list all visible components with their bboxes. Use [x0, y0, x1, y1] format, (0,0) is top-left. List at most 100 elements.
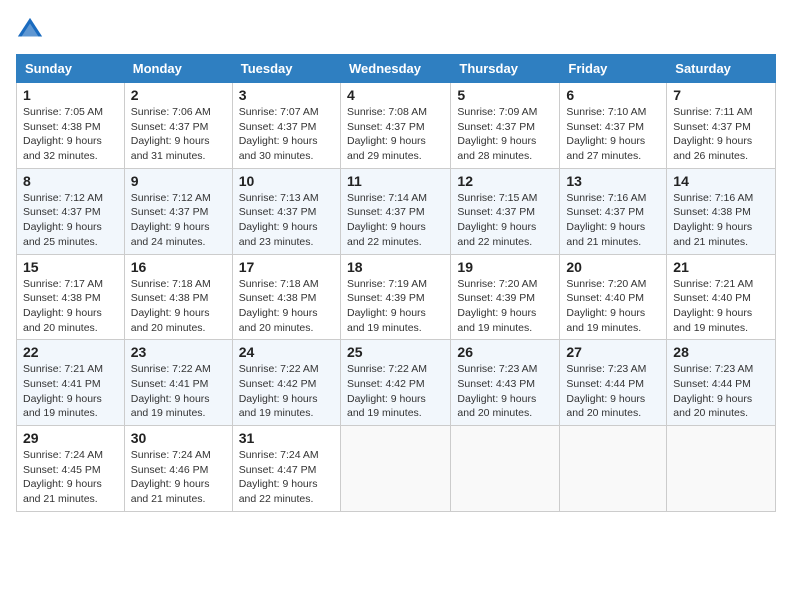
calendar-cell: 30 Sunrise: 7:24 AMSunset: 4:46 PMDaylig…	[124, 426, 232, 512]
calendar-cell: 29 Sunrise: 7:24 AMSunset: 4:45 PMDaylig…	[17, 426, 125, 512]
day-detail: Sunrise: 7:12 AMSunset: 4:37 PMDaylight:…	[23, 192, 103, 248]
day-number: 16	[131, 259, 226, 275]
day-number: 22	[23, 344, 118, 360]
calendar-cell: 18 Sunrise: 7:19 AMSunset: 4:39 PMDaylig…	[340, 254, 450, 340]
day-detail: Sunrise: 7:20 AMSunset: 4:39 PMDaylight:…	[457, 278, 537, 334]
day-detail: Sunrise: 7:24 AMSunset: 4:47 PMDaylight:…	[239, 449, 319, 505]
day-number: 25	[347, 344, 444, 360]
day-detail: Sunrise: 7:06 AMSunset: 4:37 PMDaylight:…	[131, 106, 211, 162]
calendar-cell: 24 Sunrise: 7:22 AMSunset: 4:42 PMDaylig…	[232, 340, 340, 426]
day-number: 5	[457, 87, 553, 103]
day-number: 9	[131, 173, 226, 189]
day-number: 30	[131, 430, 226, 446]
day-number: 20	[566, 259, 660, 275]
day-detail: Sunrise: 7:23 AMSunset: 4:44 PMDaylight:…	[566, 363, 646, 419]
day-detail: Sunrise: 7:09 AMSunset: 4:37 PMDaylight:…	[457, 106, 537, 162]
column-header-thursday: Thursday	[451, 55, 560, 83]
day-number: 28	[673, 344, 769, 360]
day-number: 3	[239, 87, 334, 103]
calendar-week-5: 29 Sunrise: 7:24 AMSunset: 4:45 PMDaylig…	[17, 426, 776, 512]
column-header-wednesday: Wednesday	[340, 55, 450, 83]
column-header-saturday: Saturday	[667, 55, 776, 83]
day-detail: Sunrise: 7:08 AMSunset: 4:37 PMDaylight:…	[347, 106, 427, 162]
day-detail: Sunrise: 7:24 AMSunset: 4:45 PMDaylight:…	[23, 449, 103, 505]
calendar-cell: 20 Sunrise: 7:20 AMSunset: 4:40 PMDaylig…	[560, 254, 667, 340]
day-detail: Sunrise: 7:16 AMSunset: 4:38 PMDaylight:…	[673, 192, 753, 248]
calendar-cell: 4 Sunrise: 7:08 AMSunset: 4:37 PMDayligh…	[340, 83, 450, 169]
calendar-cell: 17 Sunrise: 7:18 AMSunset: 4:38 PMDaylig…	[232, 254, 340, 340]
calendar-week-1: 1 Sunrise: 7:05 AMSunset: 4:38 PMDayligh…	[17, 83, 776, 169]
calendar-cell: 27 Sunrise: 7:23 AMSunset: 4:44 PMDaylig…	[560, 340, 667, 426]
day-number: 7	[673, 87, 769, 103]
calendar-cell: 9 Sunrise: 7:12 AMSunset: 4:37 PMDayligh…	[124, 168, 232, 254]
day-detail: Sunrise: 7:15 AMSunset: 4:37 PMDaylight:…	[457, 192, 537, 248]
day-number: 17	[239, 259, 334, 275]
calendar-cell: 28 Sunrise: 7:23 AMSunset: 4:44 PMDaylig…	[667, 340, 776, 426]
day-detail: Sunrise: 7:16 AMSunset: 4:37 PMDaylight:…	[566, 192, 646, 248]
column-header-sunday: Sunday	[17, 55, 125, 83]
calendar-cell: 12 Sunrise: 7:15 AMSunset: 4:37 PMDaylig…	[451, 168, 560, 254]
calendar-cell: 16 Sunrise: 7:18 AMSunset: 4:38 PMDaylig…	[124, 254, 232, 340]
day-number: 4	[347, 87, 444, 103]
calendar-cell: 1 Sunrise: 7:05 AMSunset: 4:38 PMDayligh…	[17, 83, 125, 169]
calendar-cell: 3 Sunrise: 7:07 AMSunset: 4:37 PMDayligh…	[232, 83, 340, 169]
calendar-cell: 11 Sunrise: 7:14 AMSunset: 4:37 PMDaylig…	[340, 168, 450, 254]
calendar-week-2: 8 Sunrise: 7:12 AMSunset: 4:37 PMDayligh…	[17, 168, 776, 254]
day-detail: Sunrise: 7:05 AMSunset: 4:38 PMDaylight:…	[23, 106, 103, 162]
calendar-cell: 22 Sunrise: 7:21 AMSunset: 4:41 PMDaylig…	[17, 340, 125, 426]
calendar-cell: 14 Sunrise: 7:16 AMSunset: 4:38 PMDaylig…	[667, 168, 776, 254]
day-number: 11	[347, 173, 444, 189]
day-detail: Sunrise: 7:18 AMSunset: 4:38 PMDaylight:…	[239, 278, 319, 334]
day-number: 24	[239, 344, 334, 360]
day-detail: Sunrise: 7:21 AMSunset: 4:41 PMDaylight:…	[23, 363, 103, 419]
day-detail: Sunrise: 7:22 AMSunset: 4:41 PMDaylight:…	[131, 363, 211, 419]
day-detail: Sunrise: 7:07 AMSunset: 4:37 PMDaylight:…	[239, 106, 319, 162]
day-number: 10	[239, 173, 334, 189]
logo-icon	[16, 16, 44, 44]
day-detail: Sunrise: 7:22 AMSunset: 4:42 PMDaylight:…	[347, 363, 427, 419]
day-detail: Sunrise: 7:13 AMSunset: 4:37 PMDaylight:…	[239, 192, 319, 248]
day-number: 29	[23, 430, 118, 446]
calendar-table: SundayMondayTuesdayWednesdayThursdayFrid…	[16, 54, 776, 512]
day-number: 15	[23, 259, 118, 275]
calendar-cell	[560, 426, 667, 512]
day-number: 8	[23, 173, 118, 189]
calendar-cell: 8 Sunrise: 7:12 AMSunset: 4:37 PMDayligh…	[17, 168, 125, 254]
calendar-week-4: 22 Sunrise: 7:21 AMSunset: 4:41 PMDaylig…	[17, 340, 776, 426]
calendar-cell: 7 Sunrise: 7:11 AMSunset: 4:37 PMDayligh…	[667, 83, 776, 169]
day-detail: Sunrise: 7:11 AMSunset: 4:37 PMDaylight:…	[673, 106, 752, 162]
day-detail: Sunrise: 7:12 AMSunset: 4:37 PMDaylight:…	[131, 192, 211, 248]
day-number: 6	[566, 87, 660, 103]
day-number: 27	[566, 344, 660, 360]
day-detail: Sunrise: 7:22 AMSunset: 4:42 PMDaylight:…	[239, 363, 319, 419]
day-number: 21	[673, 259, 769, 275]
day-number: 1	[23, 87, 118, 103]
calendar-cell: 25 Sunrise: 7:22 AMSunset: 4:42 PMDaylig…	[340, 340, 450, 426]
calendar-cell	[667, 426, 776, 512]
calendar-cell: 10 Sunrise: 7:13 AMSunset: 4:37 PMDaylig…	[232, 168, 340, 254]
day-detail: Sunrise: 7:23 AMSunset: 4:44 PMDaylight:…	[673, 363, 753, 419]
day-number: 19	[457, 259, 553, 275]
day-detail: Sunrise: 7:17 AMSunset: 4:38 PMDaylight:…	[23, 278, 103, 334]
day-detail: Sunrise: 7:18 AMSunset: 4:38 PMDaylight:…	[131, 278, 211, 334]
day-number: 14	[673, 173, 769, 189]
day-detail: Sunrise: 7:23 AMSunset: 4:43 PMDaylight:…	[457, 363, 537, 419]
calendar-cell: 2 Sunrise: 7:06 AMSunset: 4:37 PMDayligh…	[124, 83, 232, 169]
logo	[16, 16, 48, 44]
column-header-monday: Monday	[124, 55, 232, 83]
day-number: 13	[566, 173, 660, 189]
column-header-friday: Friday	[560, 55, 667, 83]
page-header	[16, 16, 776, 44]
calendar-cell: 23 Sunrise: 7:22 AMSunset: 4:41 PMDaylig…	[124, 340, 232, 426]
calendar-header-row: SundayMondayTuesdayWednesdayThursdayFrid…	[17, 55, 776, 83]
calendar-cell	[340, 426, 450, 512]
calendar-week-3: 15 Sunrise: 7:17 AMSunset: 4:38 PMDaylig…	[17, 254, 776, 340]
day-number: 23	[131, 344, 226, 360]
day-number: 2	[131, 87, 226, 103]
calendar-cell	[451, 426, 560, 512]
calendar-cell: 31 Sunrise: 7:24 AMSunset: 4:47 PMDaylig…	[232, 426, 340, 512]
calendar-cell: 21 Sunrise: 7:21 AMSunset: 4:40 PMDaylig…	[667, 254, 776, 340]
day-number: 12	[457, 173, 553, 189]
day-detail: Sunrise: 7:14 AMSunset: 4:37 PMDaylight:…	[347, 192, 427, 248]
calendar-cell: 26 Sunrise: 7:23 AMSunset: 4:43 PMDaylig…	[451, 340, 560, 426]
